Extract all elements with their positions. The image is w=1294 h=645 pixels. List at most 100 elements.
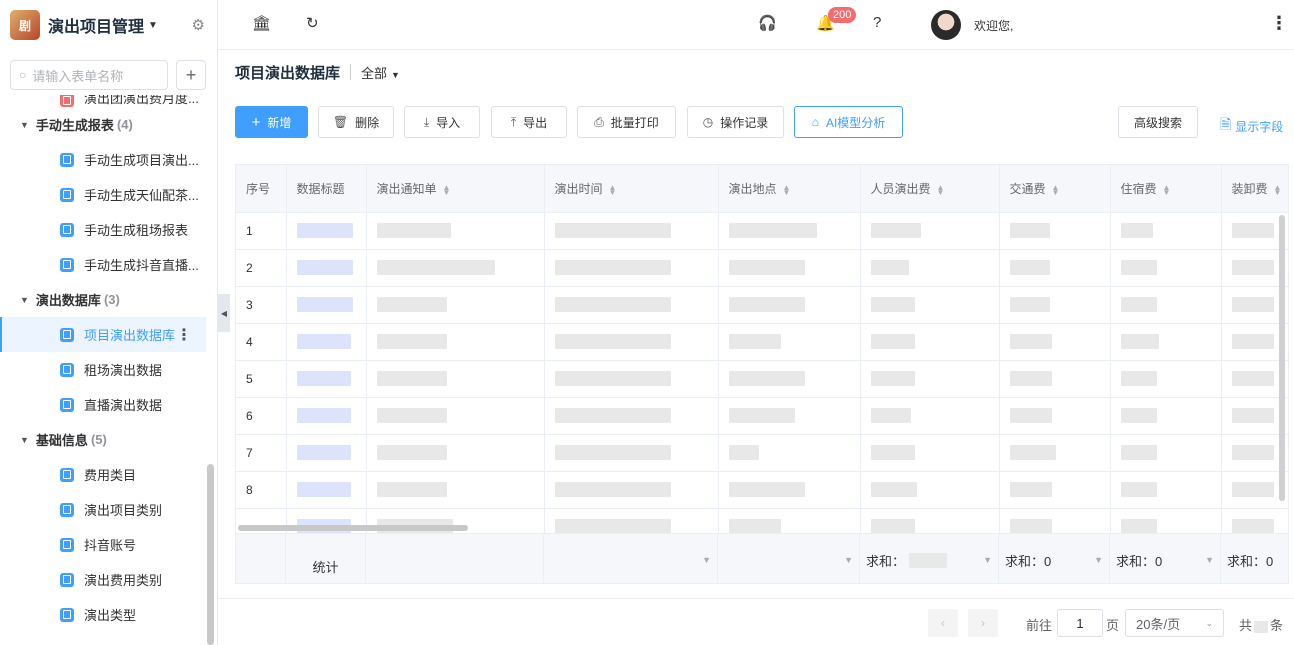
export-button[interactable]: ⤒ 导出 xyxy=(491,106,567,138)
table-cell[interactable] xyxy=(544,212,719,250)
table-cell[interactable] xyxy=(366,286,545,324)
ai-analysis-button[interactable]: ⌂ AI模型分析 xyxy=(794,106,903,138)
tree-group-basic-info[interactable]: ▼ 基础信息 (5) xyxy=(0,422,206,457)
column-header[interactable]: 演出地点 ▲ ▼ xyxy=(718,165,861,213)
more-vertical-icon[interactable]: ⋮ xyxy=(1270,13,1288,34)
table-cell[interactable] xyxy=(544,249,719,287)
tree-item-active[interactable]: 项目演出数据库 ⋮ xyxy=(0,317,206,352)
table-cell[interactable] xyxy=(718,471,861,509)
show-fields-button[interactable]: 🗎 显示字段 xyxy=(1220,114,1283,138)
tree-item[interactable]: 演出类型 xyxy=(0,597,206,632)
table-cell[interactable] xyxy=(366,323,545,361)
table-cell[interactable] xyxy=(860,397,1000,435)
tree-item[interactable]: 手动生成租场报表 xyxy=(0,212,206,247)
table-cell[interactable] xyxy=(718,360,861,398)
table-row[interactable]: 7 xyxy=(236,434,1288,472)
operation-log-button[interactable]: ◷ 操作记录 xyxy=(687,106,784,138)
summary-select[interactable]: 求和：0 ▼ xyxy=(1110,534,1221,583)
table-cell[interactable] xyxy=(999,286,1111,324)
table-cell[interactable] xyxy=(366,360,545,398)
headset-icon[interactable]: 🎧 xyxy=(758,14,777,32)
table-cell[interactable] xyxy=(718,434,861,472)
advanced-search-button[interactable]: 高级搜索 xyxy=(1118,106,1198,138)
table-cell[interactable] xyxy=(544,323,719,361)
table-cell[interactable] xyxy=(286,434,367,472)
table-row[interactable]: 4 xyxy=(236,323,1288,361)
delete-button[interactable]: 🗑 删除 xyxy=(318,106,394,138)
tree-item[interactable]: 租场演出数据 xyxy=(0,352,206,387)
table-cell[interactable] xyxy=(999,434,1111,472)
view-select[interactable]: 全部 ▼ xyxy=(361,63,400,82)
table-cell[interactable] xyxy=(860,212,1000,250)
chevron-down-icon[interactable]: ▼ xyxy=(148,20,158,31)
new-button[interactable]: + 新增 xyxy=(235,106,308,138)
table-cell[interactable] xyxy=(286,249,367,287)
table-cell[interactable] xyxy=(718,286,861,324)
page-size-select[interactable]: 20条/页 ⌄ xyxy=(1125,609,1224,637)
summary-select[interactable]: 求和： ▼ xyxy=(860,534,999,583)
table-cell[interactable] xyxy=(718,397,861,435)
table-cell[interactable] xyxy=(544,360,719,398)
tree-item[interactable]: 演出费用类别 xyxy=(0,562,206,597)
tree-item[interactable]: 费用类目 xyxy=(0,457,206,492)
app-title[interactable]: 演出项目管理 xyxy=(48,13,144,37)
table-cell[interactable] xyxy=(860,249,1000,287)
table-cell[interactable] xyxy=(1110,360,1222,398)
add-form-button[interactable]: + xyxy=(176,60,206,90)
batch-print-button[interactable]: ⎙ 批量打印 xyxy=(577,106,676,138)
table-cell[interactable] xyxy=(860,360,1000,398)
collapse-sidebar-button[interactable]: ◀ xyxy=(218,294,230,332)
column-header[interactable]: 人员演出费 ▲ ▼ xyxy=(860,165,1000,213)
table-row[interactable]: 3 xyxy=(236,286,1288,324)
summary-select[interactable]: ▼ xyxy=(718,534,860,583)
table-cell[interactable] xyxy=(1110,286,1222,324)
more-vertical-icon[interactable]: ⋮ xyxy=(176,325,192,345)
tree-item[interactable]: 手动生成项目演出... xyxy=(0,142,206,177)
search-input[interactable]: ○ 请输入表单名称 xyxy=(10,60,168,90)
table-cell[interactable] xyxy=(286,397,367,435)
table-cell[interactable] xyxy=(1110,249,1222,287)
horizontal-scrollbar[interactable] xyxy=(238,525,468,531)
column-header[interactable]: 住宿费 ▲ ▼ xyxy=(1110,165,1222,213)
table-cell[interactable] xyxy=(286,471,367,509)
tree-item[interactable]: 抖音账号 xyxy=(0,527,206,562)
table-cell[interactable] xyxy=(860,434,1000,472)
table-cell[interactable] xyxy=(544,434,719,472)
table-cell[interactable] xyxy=(544,286,719,324)
table-row[interactable]: 5 xyxy=(236,360,1288,398)
column-header[interactable]: 演出时间 ▲ ▼ xyxy=(544,165,719,213)
table-cell[interactable] xyxy=(1110,471,1222,509)
table-cell[interactable] xyxy=(999,397,1111,435)
sidebar-scrollbar[interactable] xyxy=(207,464,214,645)
column-header[interactable]: 演出通知单 ▲ ▼ xyxy=(366,165,545,213)
table-cell[interactable] xyxy=(366,471,545,509)
column-header[interactable]: 交通费 ▲ ▼ xyxy=(999,165,1111,213)
tree-item[interactable]: 手动生成抖音直播... xyxy=(0,247,206,282)
help-icon[interactable]: ? xyxy=(873,14,881,31)
column-header[interactable]: 装卸费 ▲ ▼ xyxy=(1221,165,1288,213)
avatar[interactable] xyxy=(931,10,961,40)
table-cell[interactable] xyxy=(718,212,861,250)
prev-page-button[interactable]: ‹ xyxy=(928,609,958,637)
summary-select[interactable]: ▼ xyxy=(544,534,718,583)
summary-select[interactable]: 求和：0 ▼ xyxy=(999,534,1110,583)
table-cell[interactable] xyxy=(544,471,719,509)
table-cell[interactable] xyxy=(999,323,1111,361)
table-cell[interactable] xyxy=(999,249,1111,287)
gear-icon[interactable]: ⚙ xyxy=(192,16,205,34)
table-cell[interactable] xyxy=(718,323,861,361)
table-cell[interactable] xyxy=(1110,397,1222,435)
table-cell[interactable] xyxy=(718,249,861,287)
welcome-text[interactable]: 欢迎您, xyxy=(974,17,1013,34)
table-cell[interactable] xyxy=(860,286,1000,324)
tree-group-manual-reports[interactable]: ▼ 手动生成报表 (4) xyxy=(0,107,206,142)
sort-icon[interactable]: ▲ ▼ xyxy=(609,183,617,196)
table-cell[interactable] xyxy=(366,397,545,435)
next-page-button[interactable]: › xyxy=(968,609,998,637)
table-cell[interactable] xyxy=(860,323,1000,361)
table-cell[interactable] xyxy=(286,323,367,361)
import-button[interactable]: ⤓ 导入 xyxy=(404,106,480,138)
table-cell[interactable] xyxy=(999,471,1111,509)
table-cell[interactable] xyxy=(1110,212,1222,250)
tree-item[interactable]: 演出项目类别 xyxy=(0,492,206,527)
